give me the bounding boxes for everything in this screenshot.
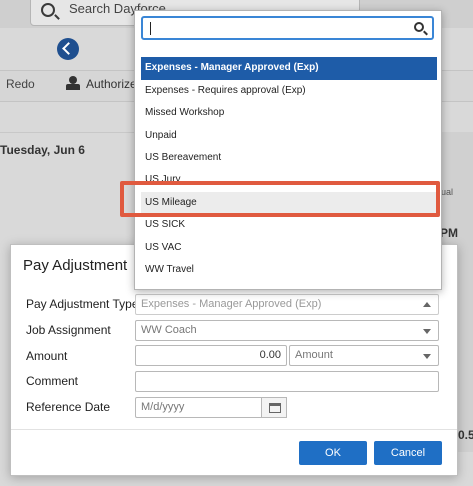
amount-unit-value: Amount bbox=[295, 349, 333, 361]
actual-label: ual bbox=[441, 187, 454, 197]
dropdown-item[interactable]: Expenses - Manager Approved (Exp) bbox=[141, 57, 437, 80]
reference-date-placeholder: M/d/yyyy bbox=[141, 401, 185, 413]
authorize-button[interactable]: Authorize bbox=[86, 77, 137, 91]
ok-button[interactable]: OK bbox=[299, 441, 367, 465]
comment-label: Comment bbox=[26, 374, 79, 388]
dropdown-item[interactable]: Expenses - Requires approval (Exp) bbox=[141, 80, 437, 103]
amount-unit-select[interactable]: Amount bbox=[289, 345, 439, 366]
pay-adjustment-type-label: Pay Adjustment Type bbox=[26, 297, 139, 311]
reference-date-label: Reference Date bbox=[26, 400, 111, 414]
dropdown-item[interactable]: US Bereavement bbox=[141, 147, 437, 170]
dropdown-item[interactable]: US Jury bbox=[141, 170, 437, 181]
calendar-icon bbox=[269, 403, 281, 413]
search-icon bbox=[414, 22, 424, 32]
job-assignment-select[interactable]: WW Coach bbox=[135, 320, 439, 341]
highlight-annotation-box bbox=[120, 181, 440, 217]
pay-adjustment-type-value: Expenses - Manager Approved (Exp) bbox=[141, 298, 322, 310]
time-label: PM bbox=[440, 226, 458, 240]
search-icon bbox=[41, 3, 55, 17]
cancel-button[interactable]: Cancel bbox=[374, 441, 442, 465]
dropdown-item[interactable]: US SICK bbox=[141, 214, 437, 237]
back-arrow-icon[interactable] bbox=[57, 38, 79, 60]
comment-input[interactable] bbox=[135, 371, 439, 392]
dropdown-item[interactable]: Unpaid bbox=[141, 125, 437, 148]
amount-value: 0.00 bbox=[259, 349, 281, 361]
amount-input[interactable]: 0.00 bbox=[135, 345, 287, 366]
date-picker-button[interactable] bbox=[261, 397, 287, 418]
authorize-person-icon[interactable] bbox=[66, 76, 80, 90]
pay-adjustment-type-select[interactable]: Expenses - Manager Approved (Exp) bbox=[135, 294, 439, 315]
dropdown-item[interactable]: WW Travel bbox=[141, 259, 437, 282]
amount-label: Amount bbox=[26, 349, 68, 363]
pay-adjustment-type-dropdown: Expenses - Manager Approved (Exp) Expens… bbox=[134, 10, 442, 290]
text-caret bbox=[150, 22, 151, 35]
reference-date-input[interactable]: M/d/yyyy bbox=[135, 397, 263, 418]
hours-value: 0.5 bbox=[458, 428, 473, 442]
job-assignment-value: WW Coach bbox=[141, 324, 197, 336]
job-assignment-label: Job Assignment bbox=[26, 323, 111, 337]
dialog-title: Pay Adjustment bbox=[23, 257, 128, 274]
dropdown-item[interactable]: US VAC bbox=[141, 237, 437, 260]
dropdown-item[interactable]: Missed Workshop bbox=[141, 102, 437, 125]
redo-button[interactable]: Redo bbox=[6, 77, 35, 91]
redo-icon[interactable] bbox=[0, 79, 4, 89]
dropdown-search-input[interactable] bbox=[141, 16, 434, 40]
day-header: Tuesday, Jun 6 bbox=[0, 143, 85, 157]
dropdown-list: Expenses - Manager Approved (Exp) Expens… bbox=[141, 57, 437, 282]
